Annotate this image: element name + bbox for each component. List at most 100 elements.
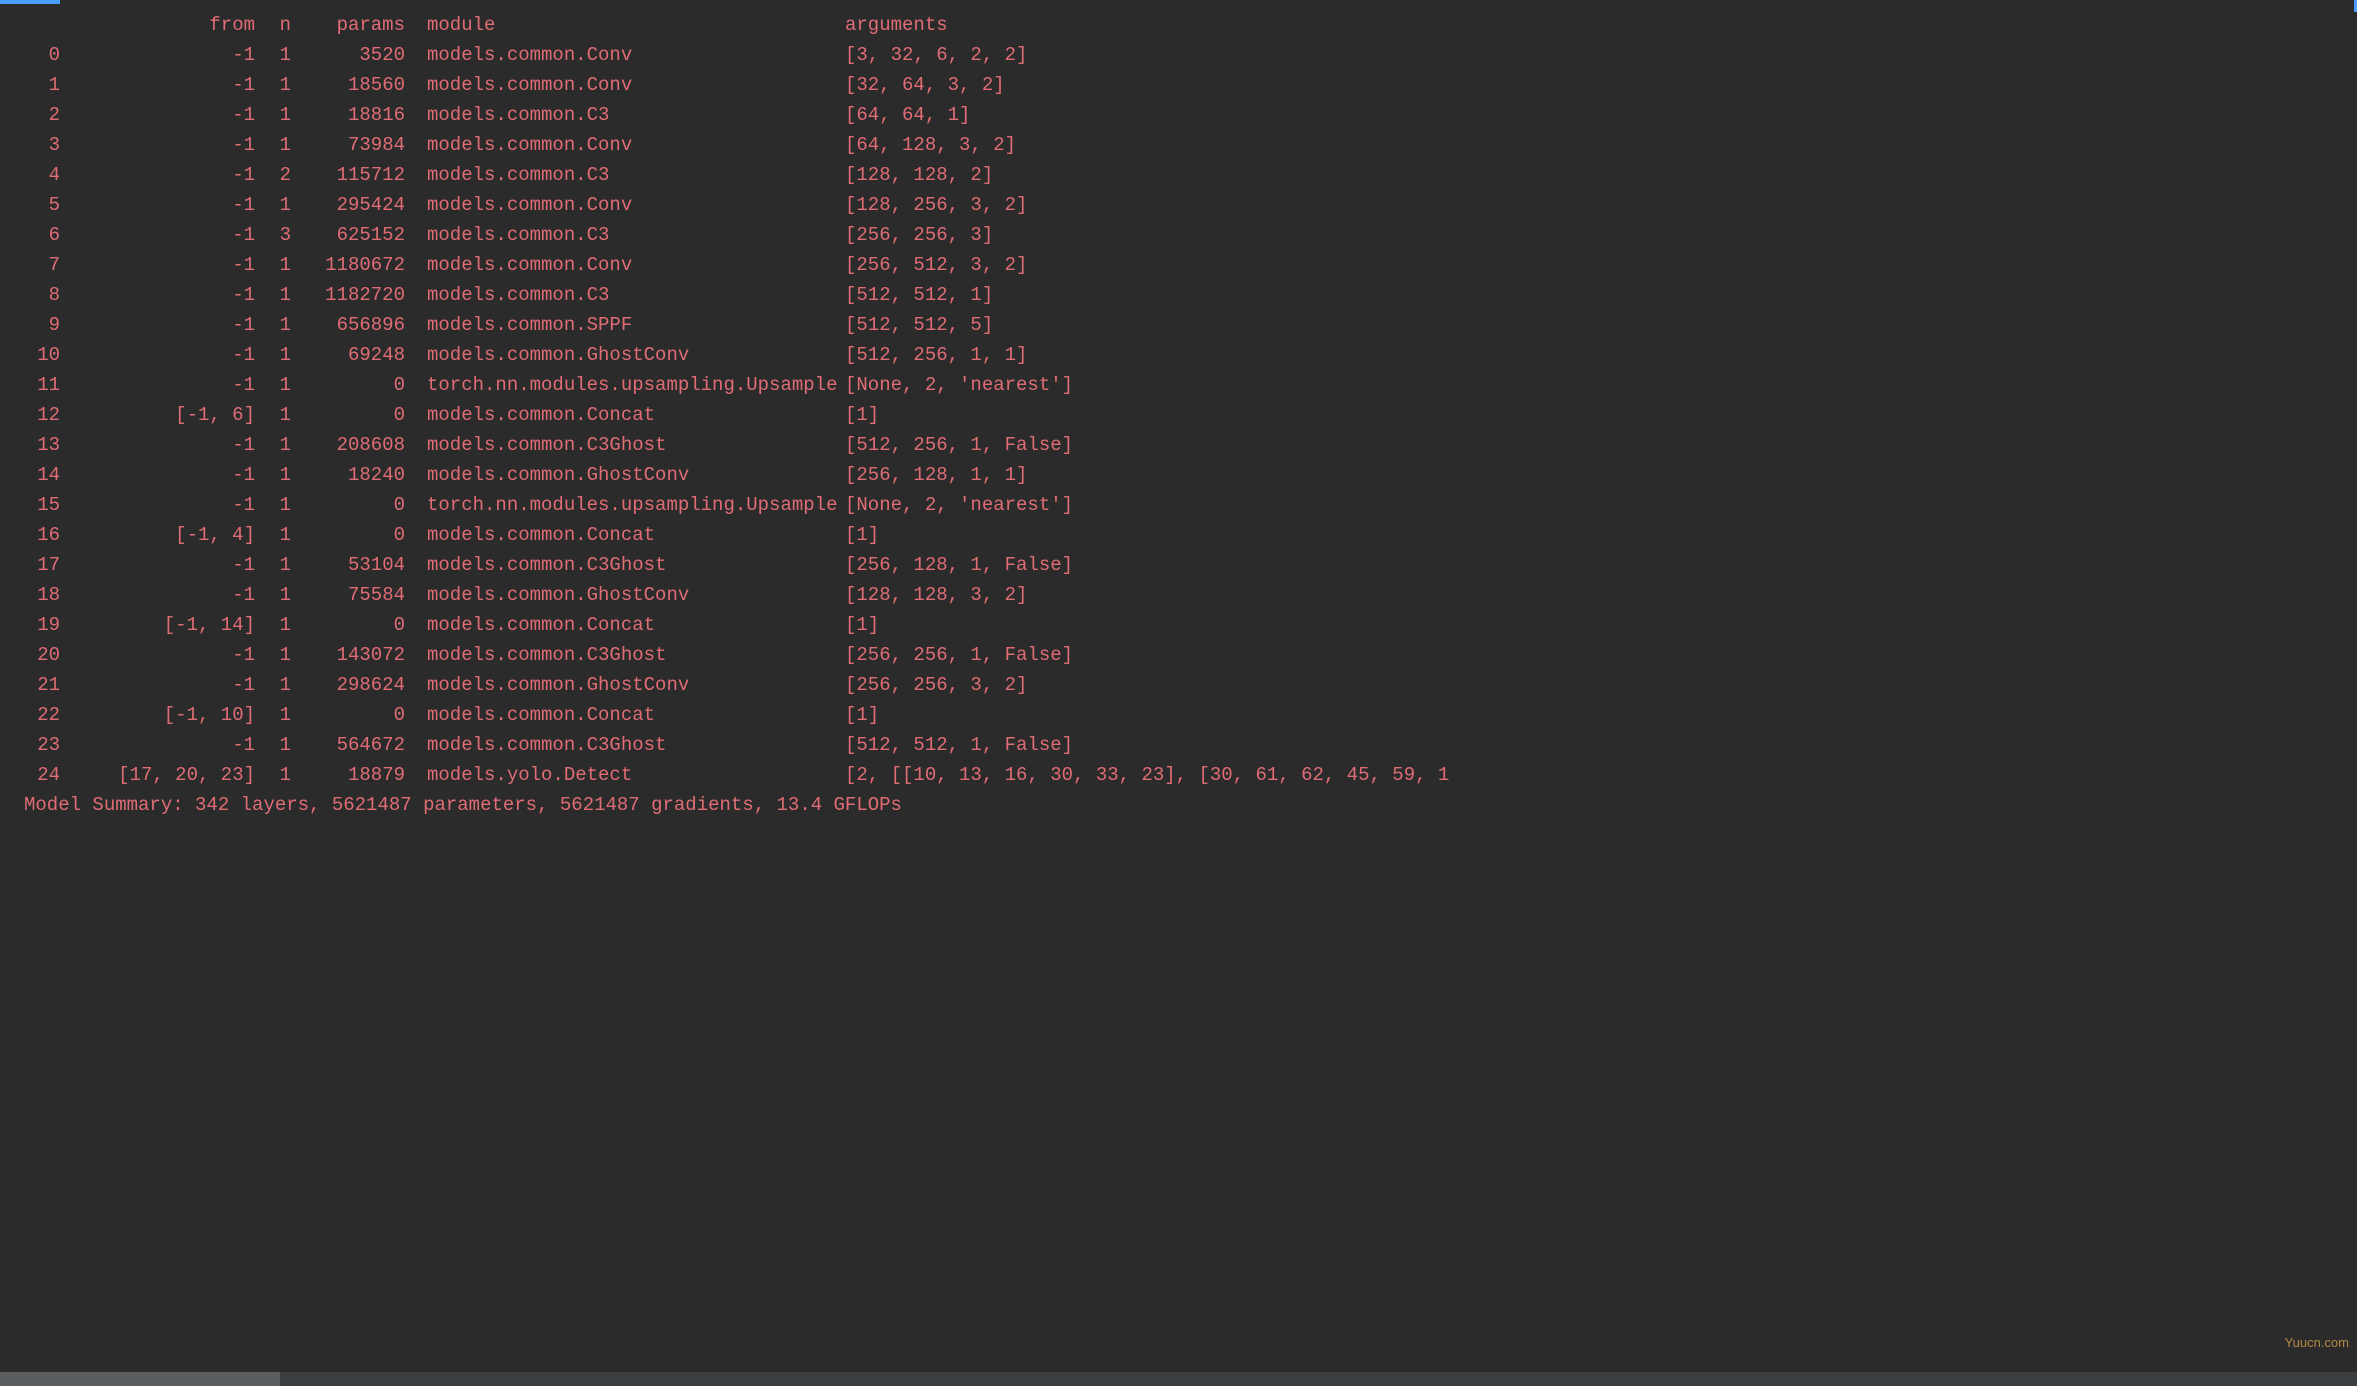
cell-n: 1 [255,400,291,430]
cell-arguments: [256, 512, 3, 2] [845,250,2357,280]
cell-module: models.common.C3Ghost [405,730,845,760]
cell-from: -1 [60,100,255,130]
cell-n: 1 [255,730,291,760]
cell-n: 1 [255,610,291,640]
cell-from: [-1, 10] [60,700,255,730]
cell-arguments: [2, [[10, 13, 16, 30, 33, 23], [30, 61, … [845,760,2357,790]
table-row: 14-1118240models.common.GhostConv[256, 1… [12,460,2357,490]
cell-n: 3 [255,220,291,250]
cell-module: models.common.GhostConv [405,580,845,610]
cell-params: 0 [291,490,405,520]
cell-arguments: [3, 32, 6, 2, 2] [845,40,2357,70]
cell-module: models.common.Conv [405,70,845,100]
cell-from: [17, 20, 23] [60,760,255,790]
cell-idx: 4 [12,160,60,190]
cell-n: 1 [255,760,291,790]
header-n: n [255,10,291,40]
cell-idx: 2 [12,100,60,130]
cell-params: 208608 [291,430,405,460]
cell-arguments: [64, 128, 3, 2] [845,130,2357,160]
cell-arguments: [64, 64, 1] [845,100,2357,130]
cell-idx: 8 [12,280,60,310]
header-arguments: arguments [845,10,2357,40]
cell-idx: 15 [12,490,60,520]
cell-arguments: [1] [845,400,2357,430]
cell-from: -1 [60,220,255,250]
cell-n: 1 [255,310,291,340]
cell-module: models.common.GhostConv [405,460,845,490]
cell-params: 1182720 [291,280,405,310]
cell-params: 0 [291,520,405,550]
table-row: 24[17, 20, 23]118879models.yolo.Detect[2… [12,760,2357,790]
cell-module: models.common.GhostConv [405,340,845,370]
cell-arguments: [1] [845,520,2357,550]
cell-idx: 21 [12,670,60,700]
cell-params: 143072 [291,640,405,670]
cell-params: 564672 [291,730,405,760]
cell-arguments: [None, 2, 'nearest'] [845,490,2357,520]
cell-from: -1 [60,280,255,310]
cell-params: 0 [291,610,405,640]
cell-params: 0 [291,700,405,730]
cell-module: models.common.C3 [405,160,845,190]
cell-from: -1 [60,670,255,700]
cell-params: 656896 [291,310,405,340]
cell-module: models.common.C3Ghost [405,430,845,460]
cell-from: -1 [60,370,255,400]
cell-from: -1 [60,490,255,520]
cell-from: -1 [60,580,255,610]
cell-idx: 20 [12,640,60,670]
cell-module: models.common.C3 [405,220,845,250]
cell-module: models.yolo.Detect [405,760,845,790]
cell-arguments: [512, 512, 1, False] [845,730,2357,760]
cell-idx: 5 [12,190,60,220]
cell-idx: 0 [12,40,60,70]
table-row: 5-11295424models.common.Conv[128, 256, 3… [12,190,2357,220]
header-module: module [405,10,845,40]
cell-params: 69248 [291,340,405,370]
scrollbar-thumb[interactable] [0,1372,280,1386]
cell-params: 18816 [291,100,405,130]
cell-n: 1 [255,100,291,130]
horizontal-scrollbar[interactable] [0,1372,2357,1386]
table-row: 12[-1, 6]10models.common.Concat[1] [12,400,2357,430]
cell-params: 298624 [291,670,405,700]
cell-n: 1 [255,670,291,700]
table-row: 21-11298624models.common.GhostConv[256, … [12,670,2357,700]
model-summary: Model Summary: 342 layers, 5621487 param… [12,790,2357,820]
cell-arguments: [512, 256, 1, False] [845,430,2357,460]
cell-idx: 11 [12,370,60,400]
cell-idx: 13 [12,430,60,460]
cell-from: -1 [60,640,255,670]
cell-arguments: [512, 512, 5] [845,310,2357,340]
cell-params: 73984 [291,130,405,160]
cell-n: 1 [255,460,291,490]
cell-module: models.common.Concat [405,610,845,640]
cell-from: -1 [60,130,255,160]
cell-idx: 18 [12,580,60,610]
cell-arguments: [1] [845,610,2357,640]
cell-from: -1 [60,550,255,580]
cell-n: 1 [255,580,291,610]
header-from: from [60,10,255,40]
table-row: 0-113520models.common.Conv[3, 32, 6, 2, … [12,40,2357,70]
cell-params: 18879 [291,760,405,790]
cell-from: [-1, 14] [60,610,255,640]
cell-module: models.common.C3Ghost [405,550,845,580]
cell-module: models.common.Conv [405,190,845,220]
cell-arguments: [None, 2, 'nearest'] [845,370,2357,400]
table-row: 15-110torch.nn.modules.upsampling.Upsamp… [12,490,2357,520]
cell-params: 0 [291,400,405,430]
cell-idx: 9 [12,310,60,340]
cell-from: -1 [60,430,255,460]
cell-params: 1180672 [291,250,405,280]
cell-idx: 12 [12,400,60,430]
cell-idx: 10 [12,340,60,370]
cell-from: [-1, 6] [60,400,255,430]
cell-arguments: [32, 64, 3, 2] [845,70,2357,100]
tab-indicator [0,0,60,4]
header-params: params [291,10,405,40]
cell-n: 1 [255,130,291,160]
table-row: 22[-1, 10]10models.common.Concat[1] [12,700,2357,730]
cell-idx: 23 [12,730,60,760]
